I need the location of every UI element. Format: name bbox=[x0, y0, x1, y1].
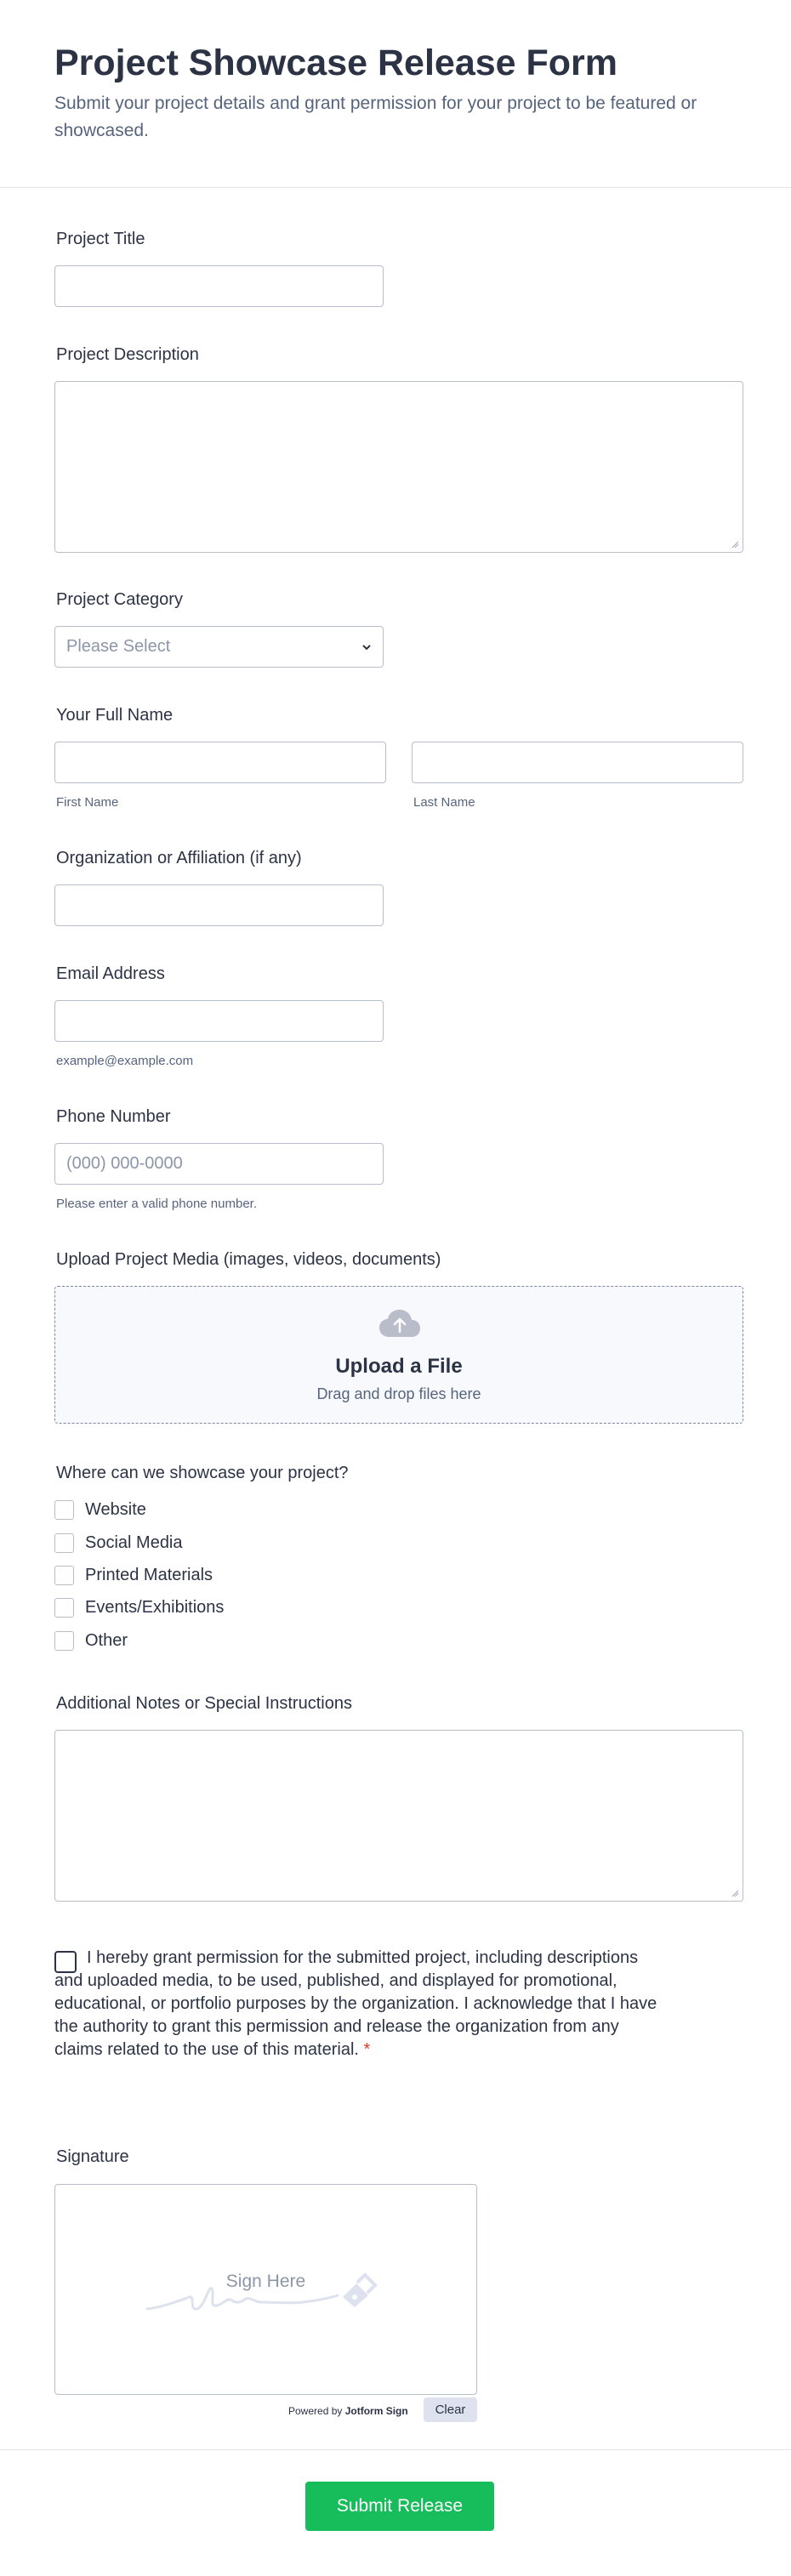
signature-label: Signature bbox=[56, 2147, 129, 2166]
last-name-input[interactable] bbox=[412, 742, 743, 783]
signature-placeholder: Sign Here bbox=[225, 2272, 306, 2291]
project-title-label: Project Title bbox=[56, 230, 145, 248]
cloud-upload-icon bbox=[379, 1310, 420, 1337]
first-name-input[interactable] bbox=[54, 742, 386, 783]
notes-label: Additional Notes or Special Instructions bbox=[56, 1694, 352, 1713]
checkbox-social-media[interactable] bbox=[54, 1533, 74, 1553]
signature-pad[interactable]: Sign Here bbox=[54, 2184, 477, 2395]
jotform-sign-brand: Jotform Sign bbox=[344, 2405, 408, 2417]
checkbox-events-exhibitions[interactable] bbox=[54, 1598, 74, 1618]
page-subtitle: Submit your project details and grant pe… bbox=[54, 94, 697, 140]
project-category-label: Project Category bbox=[56, 590, 183, 609]
chevron-down-icon bbox=[362, 645, 371, 651]
submit-button[interactable]: Submit Release bbox=[305, 2482, 494, 2531]
first-name-sublabel: First Name bbox=[56, 795, 119, 810]
phone-sublabel: Please enter a valid phone number. bbox=[56, 1197, 257, 1211]
checkbox-printed-materials[interactable] bbox=[54, 1566, 74, 1585]
email-input[interactable] bbox=[54, 1000, 384, 1042]
resize-grip-icon[interactable] bbox=[731, 541, 739, 549]
powered-by-label: Powered by bbox=[288, 2405, 343, 2417]
showcase-label: Where can we showcase your project? bbox=[56, 1464, 349, 1482]
full-name-label: Your Full Name bbox=[56, 706, 174, 725]
upload-title: Upload a File bbox=[335, 1355, 463, 1378]
checkbox-label-website: Website bbox=[85, 1500, 146, 1519]
email-label: Email Address bbox=[56, 964, 165, 983]
required-mark: * bbox=[363, 2040, 371, 2059]
last-name-sublabel: Last Name bbox=[413, 795, 475, 810]
checkbox-label-other: Other bbox=[85, 1631, 128, 1650]
upload-subtitle: Drag and drop files here bbox=[316, 1385, 481, 1402]
phone-input[interactable]: (000) 000-0000 bbox=[54, 1143, 384, 1185]
checkbox-label-printed-materials: Printed Materials bbox=[85, 1566, 213, 1584]
phone-placeholder: (000) 000-0000 bbox=[66, 1154, 183, 1173]
project-description-label: Project Description bbox=[56, 345, 199, 364]
notes-textarea[interactable] bbox=[54, 1730, 743, 1902]
checkbox-label-social-media: Social Media bbox=[85, 1533, 183, 1552]
organization-label: Organization or Affiliation (if any) bbox=[56, 849, 302, 867]
consent-text: I hereby grant permission for the submit… bbox=[54, 1947, 667, 2061]
checkbox-other[interactable] bbox=[54, 1631, 74, 1651]
email-sublabel: example@example.com bbox=[56, 1054, 194, 1068]
phone-label: Phone Number bbox=[56, 1107, 171, 1126]
project-category-placeholder: Please Select bbox=[66, 637, 171, 656]
file-upload-dropzone[interactable]: Upload a File Drag and drop files here bbox=[54, 1286, 743, 1424]
checkbox-website[interactable] bbox=[54, 1500, 74, 1520]
consent-text-body: I hereby grant permission for the submit… bbox=[54, 1948, 657, 2059]
footer-divider bbox=[0, 2449, 791, 2450]
checkbox-label-events-exhibitions: Events/Exhibitions bbox=[85, 1598, 225, 1617]
resize-grip-icon[interactable] bbox=[731, 1890, 739, 1897]
powered-by-text: Powered by Jotform Sign bbox=[288, 2405, 408, 2417]
page-title: Project Showcase Release Form bbox=[54, 43, 618, 83]
project-title-input[interactable] bbox=[54, 265, 384, 307]
upload-label: Upload Project Media (images, videos, do… bbox=[56, 1250, 441, 1269]
project-description-textarea[interactable] bbox=[54, 381, 743, 553]
project-category-select[interactable]: Please Select bbox=[54, 626, 384, 668]
organization-input[interactable] bbox=[54, 884, 384, 926]
clear-signature-button[interactable]: Clear bbox=[424, 2397, 477, 2422]
